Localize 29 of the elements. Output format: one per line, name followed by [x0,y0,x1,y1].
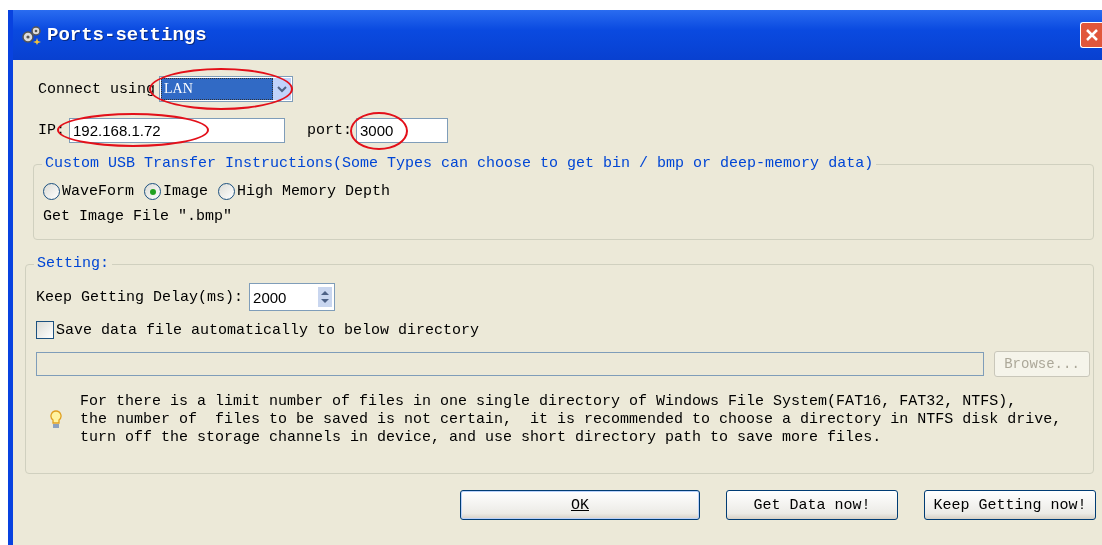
gears-icon [21,25,43,45]
spin-arrows-icon [318,287,333,307]
dialog-button[interactable]: OK [460,490,700,520]
note-text: For there is a limit number of files in one single directory of Windows File System(FAT16, FAT32, NTFS), the number of files to be saved is not certain, it is recommended to choose a directory in NTFS disk drive, turn off the storage channels in device, and use short directory path to save more files. [80,393,1062,447]
dialog-button[interactable]: Get Data now! [726,490,898,520]
radio-button[interactable] [218,183,236,200]
connection-dropdown[interactable]: LAN [159,76,294,102]
radio-button[interactable] [144,183,161,200]
window-title: Ports-settings [47,24,207,46]
radio-label[interactable]: Image [163,183,209,200]
chevron-icon [277,85,288,93]
checkbox[interactable] [36,321,54,339]
close-button[interactable] [1080,22,1102,48]
delay-label: Keep Getting Delay(ms): [36,288,244,306]
hint-text: Get Image File ".bmp" [43,208,234,225]
checkbox-label[interactable]: Save data file automatically to below directory [56,321,480,339]
group-title: Custom USB Transfer Instructions(Some Types can choose to get bin / bmp or deep-memory data) [42,155,877,172]
radio-label[interactable]: High Memory Depth [237,183,391,200]
radio-button[interactable] [43,183,60,200]
group-title: Setting: [34,255,112,272]
close-icon [1085,29,1098,41]
delay-spinbox[interactable]: 2000 [249,283,336,311]
port-field[interactable]: 3000 [356,117,449,143]
dialog-button[interactable]: Keep Getting now! [924,490,1096,520]
directory-field[interactable] [36,352,984,376]
port-label: port: [307,121,353,139]
radio-label[interactable]: WaveForm [62,183,134,200]
lightbulb-icon [50,410,62,430]
ip-field[interactable]: 192.168.1.72 [69,117,285,143]
